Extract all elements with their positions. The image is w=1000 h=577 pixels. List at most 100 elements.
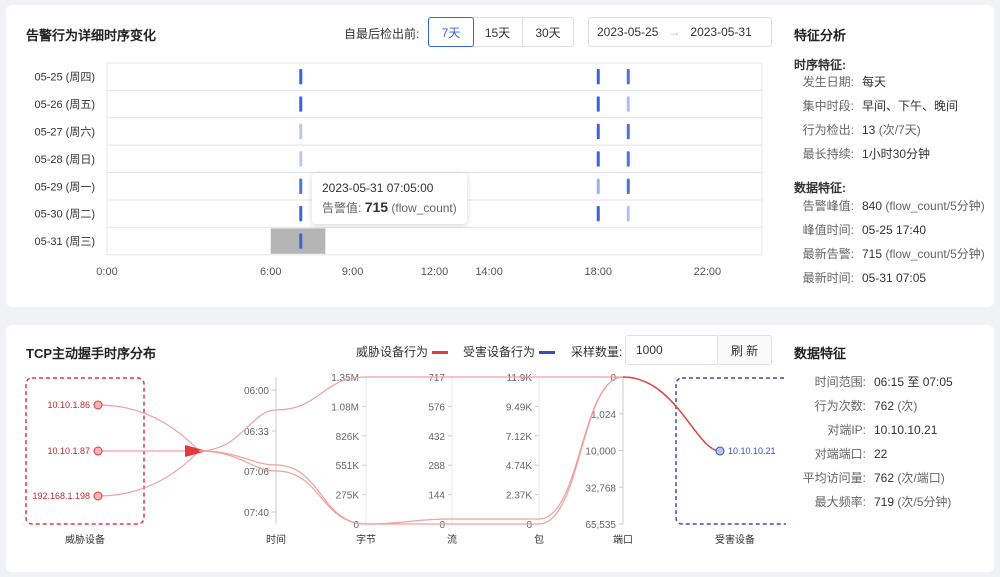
feature-value: 06:15 至 07:05 [874, 375, 953, 389]
feature-key: 发生日期: [802, 75, 854, 89]
alert-mark[interactable] [596, 178, 600, 194]
flow-line[interactable] [198, 376, 721, 525]
feature-key: 时间范围: [814, 375, 866, 389]
alert-mark[interactable] [596, 151, 600, 167]
threat-caption: 威胁设备 [65, 533, 105, 546]
feature-row: 行为次数: 762 (次) [794, 394, 953, 418]
axis-name: 时间 [266, 533, 286, 546]
sample-count-input[interactable]: 1000 [625, 335, 719, 365]
axis-tick-label: 10,000 [585, 447, 616, 458]
feature-value: 22 [874, 447, 888, 461]
axis-tick-label: 288 [428, 461, 445, 472]
alert-mark[interactable] [596, 206, 600, 222]
data-features-title: 数据特征 [794, 346, 847, 361]
axis-tick-label: 1,024 [591, 410, 616, 421]
selected-time-band[interactable] [270, 228, 326, 254]
timeline-row [106, 89, 763, 119]
feature-unit: (次) [894, 399, 918, 413]
feature-value: 840 (flow_count/5分钟) [862, 199, 985, 213]
tcp-title: TCP主动握手时序分布 [26, 346, 157, 361]
feature-key: 告警峰值: [802, 199, 854, 213]
threat-link [97, 450, 200, 497]
feature-row: 告警峰值: 840 (flow_count/5分钟) [794, 194, 985, 218]
alert-mark[interactable] [626, 178, 630, 194]
threat-node[interactable] [93, 491, 103, 501]
alert-mark[interactable] [596, 123, 600, 140]
alert-mark[interactable] [299, 178, 303, 194]
victim-caption: 受害设备 [715, 533, 755, 546]
feature-value: 每天 [862, 75, 887, 89]
axis-tick-label: 551K [336, 461, 360, 472]
axis-tick-label: 275K [336, 491, 360, 502]
legend-victim-line [539, 351, 556, 355]
alert-mark[interactable] [299, 96, 303, 112]
feature-unit: (flow_count/5分钟) [882, 247, 985, 261]
timeline-row-label: 05-27 (周六) [34, 126, 95, 139]
threat-node[interactable] [93, 446, 103, 456]
alert-mark[interactable] [626, 96, 630, 112]
timeline-row-label: 05-28 (周日) [34, 153, 95, 166]
feature-row: 平均访问量: 762 (次/端口) [794, 466, 953, 490]
axis-name: 字节 [356, 533, 376, 546]
feature-key: 峰值时间: [802, 223, 854, 237]
alert-mark[interactable] [626, 123, 630, 140]
legend-threat-label: 威胁设备行为 [356, 345, 429, 359]
feature-row: 最新告警: 715 (flow_count/5分钟) [794, 242, 985, 266]
feature-key: 对端IP: [827, 423, 866, 437]
timeline-card: 告警行为详细时序变化 自最后检出前: 7天 15天 30天 2023-05-25… [6, 5, 994, 307]
timeline-row-label: 05-29 (周一) [34, 180, 95, 193]
threat-node[interactable] [93, 400, 103, 410]
feature-row: 最大频率: 719 (次/5分钟) [794, 490, 953, 514]
tooltip-value: 715 [364, 199, 389, 215]
victim-ip-label: 10.10.10.21 [728, 446, 776, 456]
data-features-list: 告警峰值: 840 (flow_count/5分钟) 峰值时间: 05-25 17:4… [794, 194, 985, 290]
feature-key: 对端端口: [814, 447, 866, 461]
axis-name: 端口 [613, 533, 633, 546]
legend-threat[interactable]: 威胁设备行为 [356, 343, 449, 360]
tcp-parallel-chart: 06:00 06:33 07:06 07:40 时间 1.35M 1.08M 826K 551K… [25, 373, 786, 546]
axis-name: 包 [534, 533, 544, 546]
alert-mark[interactable] [299, 233, 303, 249]
alert-mark[interactable] [596, 69, 600, 85]
alert-mark[interactable] [299, 123, 303, 140]
axis-name: 流 [447, 533, 457, 546]
axis-tick-label: 65,535 [585, 520, 616, 531]
timeline-x-tick: 0:00 [96, 266, 117, 278]
timing-features-list: 发生日期: 每天 集中时段: 早间、下午、晚间 行为检出: 13 (次/7天) 最长持续: 1… [794, 70, 958, 166]
timeline-x-tick: 6:00 [260, 266, 281, 278]
alert-mark[interactable] [596, 96, 600, 112]
victim-node[interactable] [715, 446, 725, 456]
alert-mark[interactable] [299, 69, 303, 85]
feature-row: 时间范围: 06:15 至 07:05 [794, 370, 953, 394]
alert-mark[interactable] [626, 151, 630, 167]
feature-key: 集中时段: [802, 99, 854, 113]
alert-mark[interactable] [299, 206, 303, 222]
feature-key: 行为次数: [814, 399, 866, 413]
axis-tick-label: 0 [526, 520, 532, 531]
flow-line[interactable] [198, 376, 721, 452]
threat-ip-label: 10.10.1.87 [47, 446, 90, 456]
feature-unit: (次/端口) [894, 471, 945, 485]
timeline-row [106, 144, 763, 174]
refresh-button[interactable]: 刷 新 [717, 335, 772, 365]
alert-mark[interactable] [626, 69, 630, 85]
feature-value: 10.10.10.21 [874, 423, 938, 437]
axis-tick-label: 07:40 [244, 508, 269, 519]
axis-tick-label: 1.08M [331, 402, 359, 413]
alert-mark[interactable] [626, 206, 630, 222]
port-link [622, 376, 721, 452]
timeline-x-tick: 12:00 [421, 266, 449, 278]
timeline-row [106, 62, 763, 91]
timeline-x-tick: 18:00 [584, 266, 612, 278]
feature-row: 最新时间: 05-31 07:05 [794, 266, 985, 290]
axis-tick-label: 432 [428, 432, 445, 443]
alert-mark[interactable] [299, 151, 303, 167]
legend-threat-line [432, 351, 449, 355]
feature-value: 05-25 17:40 [862, 223, 927, 237]
feature-value: 早间、下午、晚间 [862, 99, 959, 113]
tcp-card: TCP主动握手时序分布 威胁设备行为 受害设备行为 采样数量: 1000 刷 新… [6, 325, 994, 572]
axis-tick-label: 07:06 [244, 467, 269, 478]
timeline-row-label: 05-30 (周二) [34, 208, 95, 221]
legend-victim[interactable]: 受害设备行为 [463, 343, 556, 360]
flow-line[interactable] [198, 376, 721, 525]
